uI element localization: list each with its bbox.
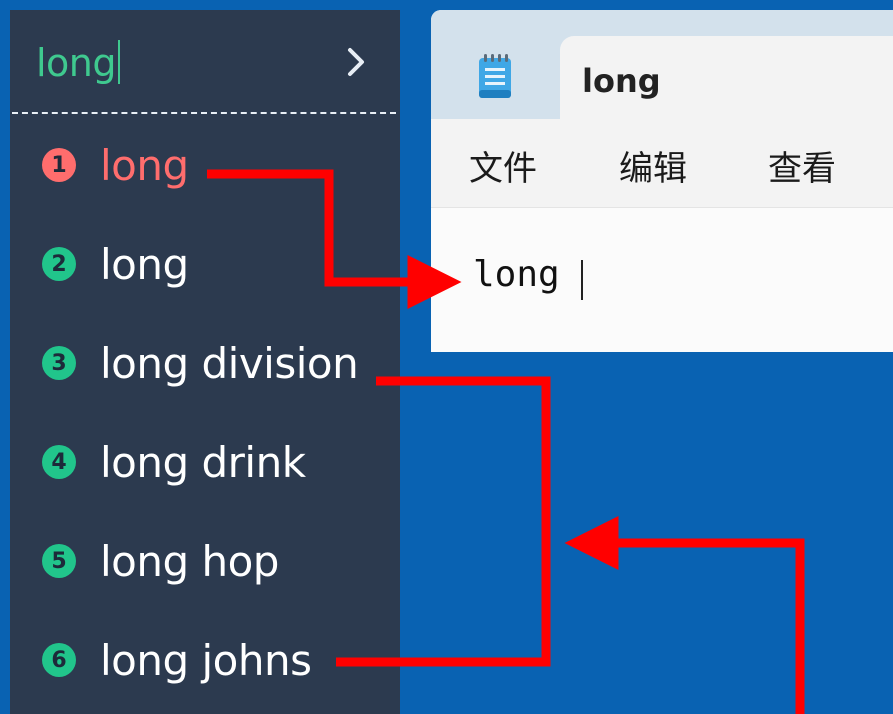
candidate-item-3[interactable]: 3 long division [42, 335, 359, 391]
candidate-text: long [100, 239, 189, 289]
candidate-number-badge: 6 [42, 643, 76, 677]
candidate-item-4[interactable]: 4 long drink [42, 434, 306, 490]
menu-file[interactable]: 文件 [469, 141, 537, 190]
candidate-item-6[interactable]: 6 long johns [42, 632, 312, 688]
ime-candidate-panel: long 1 long 2 long 3 long division 4 lon… [10, 10, 400, 714]
menu-edit[interactable]: 编辑 [619, 141, 687, 190]
editor-caret [581, 260, 583, 300]
notepad-menubar: 文件 编辑 查看 [431, 119, 893, 208]
ime-divider [12, 112, 396, 114]
candidate-text: long hop [100, 536, 279, 586]
chevron-right-icon[interactable] [340, 42, 370, 82]
editor-text: long [473, 254, 560, 295]
notepad-tab[interactable]: long [560, 36, 893, 120]
candidate-text: long [100, 140, 189, 190]
candidate-number-badge: 4 [42, 445, 76, 479]
notepad-editor[interactable]: long [431, 208, 893, 352]
arrow-from-bottom-to-bracket [564, 516, 805, 714]
notepad-app-icon [475, 52, 515, 100]
candidate-number-badge: 2 [42, 247, 76, 281]
candidate-text: long johns [100, 635, 312, 685]
ime-input-text: long [36, 41, 117, 85]
candidate-number-badge: 1 [42, 148, 76, 182]
candidate-text: long drink [100, 437, 306, 487]
ime-input-caret [118, 40, 121, 84]
candidate-item-5[interactable]: 5 long hop [42, 533, 279, 589]
ime-input-line[interactable]: long [36, 40, 121, 85]
candidate-number-badge: 3 [42, 346, 76, 380]
candidate-text: long division [100, 338, 359, 388]
notepad-window: long 文件 编辑 查看 long [431, 10, 893, 352]
candidate-item-1[interactable]: 1 long [42, 137, 189, 193]
notepad-titlebar: long [431, 10, 893, 120]
candidate-item-2[interactable]: 2 long [42, 236, 189, 292]
menu-view[interactable]: 查看 [768, 141, 836, 190]
notepad-tab-title: long [582, 62, 661, 100]
candidate-number-badge: 5 [42, 544, 76, 578]
